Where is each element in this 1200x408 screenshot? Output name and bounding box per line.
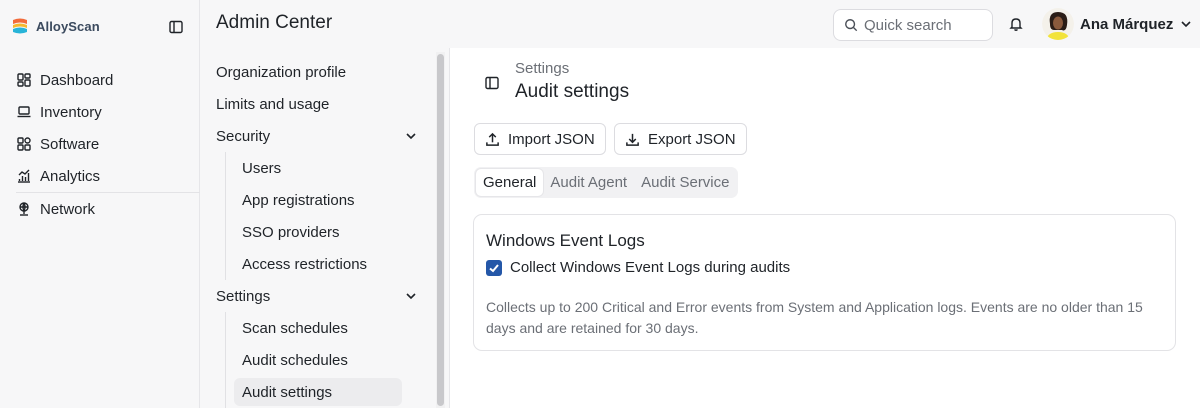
content-panel: Settings Audit settings Import JSON Expo… xyxy=(450,48,1200,408)
tab-general[interactable]: General xyxy=(476,169,544,196)
breadcrumb[interactable]: Settings xyxy=(515,60,569,77)
alloyscan-logo-icon xyxy=(13,18,27,34)
card-title: Windows Event Logs xyxy=(486,231,645,250)
subnav-group-label: Settings xyxy=(216,287,271,305)
subnav-item-organization-profile[interactable]: Organization profile xyxy=(216,56,426,88)
network-icon xyxy=(19,202,29,216)
avatar xyxy=(1042,8,1074,40)
subnav-group-settings[interactable]: Settings xyxy=(216,280,426,312)
sidebar-nav: Dashboard Inventory Software Analytics N… xyxy=(16,64,200,225)
admin-body: Organization profile Limits and usage Se… xyxy=(200,48,1200,408)
tab-audit-agent[interactable]: Audit Agent xyxy=(543,169,634,196)
subnav-item-audit-settings[interactable]: Audit settings xyxy=(225,376,426,408)
admin-subnav: Organization profile Limits and usage Se… xyxy=(200,48,450,408)
chevron-down-icon xyxy=(406,293,416,300)
sidebar-item-label: Inventory xyxy=(40,103,102,121)
chevron-down-icon xyxy=(406,133,416,140)
settings-tabs: General Audit Agent Audit Service xyxy=(474,167,739,198)
sidebar-item-label: Network xyxy=(40,200,96,218)
page-title: Audit settings xyxy=(515,81,630,102)
search-input[interactable] xyxy=(864,16,984,34)
bell-icon[interactable] xyxy=(1008,16,1024,32)
app-root: AlloyScan Dashboard Inventory Software A… xyxy=(0,0,1200,408)
sidebar-item-network[interactable]: Network xyxy=(16,193,200,225)
sidebar-item-dashboard[interactable]: Dashboard xyxy=(16,64,200,96)
subnav-item-label: Users xyxy=(242,159,282,177)
import-json-label: Import JSON xyxy=(508,130,595,148)
sidebar-collapse-icon[interactable] xyxy=(168,19,184,35)
main-area: Admin Center Ana M xyxy=(200,0,1200,408)
upload-icon xyxy=(486,132,499,146)
subnav-item-app-registrations[interactable]: App registrations xyxy=(225,184,426,216)
subnav-item-label: Audit schedules xyxy=(242,351,348,369)
subnav-item-users[interactable]: Users xyxy=(225,152,426,184)
top-bar: Admin Center Ana M xyxy=(200,0,1200,48)
subnav-item-label: Scan schedules xyxy=(242,319,348,337)
subnav-list: Organization profile Limits and usage Se… xyxy=(216,56,426,408)
subnav-item-label: Audit settings xyxy=(234,378,402,406)
tab-audit-service[interactable]: Audit Service xyxy=(634,169,736,196)
subnav-item-sso-providers[interactable]: SSO providers xyxy=(225,216,426,248)
export-json-label: Export JSON xyxy=(648,130,736,148)
brand[interactable]: AlloyScan xyxy=(10,16,100,36)
checkbox-label: Collect Windows Event Logs during audits xyxy=(510,259,791,276)
sidebar-item-inventory[interactable]: Inventory xyxy=(16,96,200,128)
subnav-group-label: Security xyxy=(216,127,271,145)
user-name: Ana Márquez xyxy=(1080,15,1174,33)
quick-search[interactable] xyxy=(833,9,993,41)
subnav-group-security[interactable]: Security xyxy=(216,120,426,152)
chevron-down-icon xyxy=(1181,21,1191,28)
user-menu[interactable]: Ana Márquez xyxy=(1042,8,1193,40)
scrollbar-thumb[interactable] xyxy=(437,54,444,406)
subnav-item-audit-schedules[interactable]: Audit schedules xyxy=(225,344,426,376)
sidebar-item-label: Software xyxy=(40,135,100,153)
collect-event-logs-checkbox[interactable] xyxy=(486,259,502,276)
download-icon xyxy=(626,133,639,146)
windows-event-logs-card: Windows Event Logs Collect Windows Event… xyxy=(473,214,1176,351)
page-header-title: Admin Center xyxy=(216,12,333,33)
dashboard-icon xyxy=(17,73,31,87)
subnav-item-limits-usage[interactable]: Limits and usage xyxy=(216,88,426,120)
sidebar-item-software[interactable]: Software xyxy=(16,128,200,160)
import-json-button[interactable]: Import JSON xyxy=(474,123,606,155)
sidebar: AlloyScan Dashboard Inventory Software A… xyxy=(0,0,200,408)
card-description: Collects up to 200 Critical and Error ev… xyxy=(486,299,1143,336)
collect-event-logs-checkbox-row[interactable]: Collect Windows Event Logs during audits xyxy=(486,259,790,276)
subnav-item-label: App registrations xyxy=(242,191,355,209)
sidebar-item-analytics[interactable]: Analytics xyxy=(16,160,200,192)
subnav-item-label: Access restrictions xyxy=(242,255,368,273)
subnav-scrollbar[interactable] xyxy=(436,52,445,408)
panel-toggle-icon[interactable] xyxy=(484,75,500,91)
laptop-icon xyxy=(17,106,31,118)
sidebar-item-label: Dashboard xyxy=(40,71,114,89)
analytics-icon xyxy=(18,169,30,183)
subnav-item-access-restrictions[interactable]: Access restrictions xyxy=(225,248,426,280)
apps-icon xyxy=(17,137,31,151)
brand-name: AlloyScan xyxy=(36,18,100,34)
subnav-item-scan-schedules[interactable]: Scan schedules xyxy=(225,312,426,344)
checkmark-icon xyxy=(489,263,499,272)
search-icon xyxy=(845,19,858,32)
subnav-item-label: SSO providers xyxy=(242,223,340,241)
export-json-button[interactable]: Export JSON xyxy=(614,123,747,155)
sidebar-item-label: Analytics xyxy=(40,167,101,185)
